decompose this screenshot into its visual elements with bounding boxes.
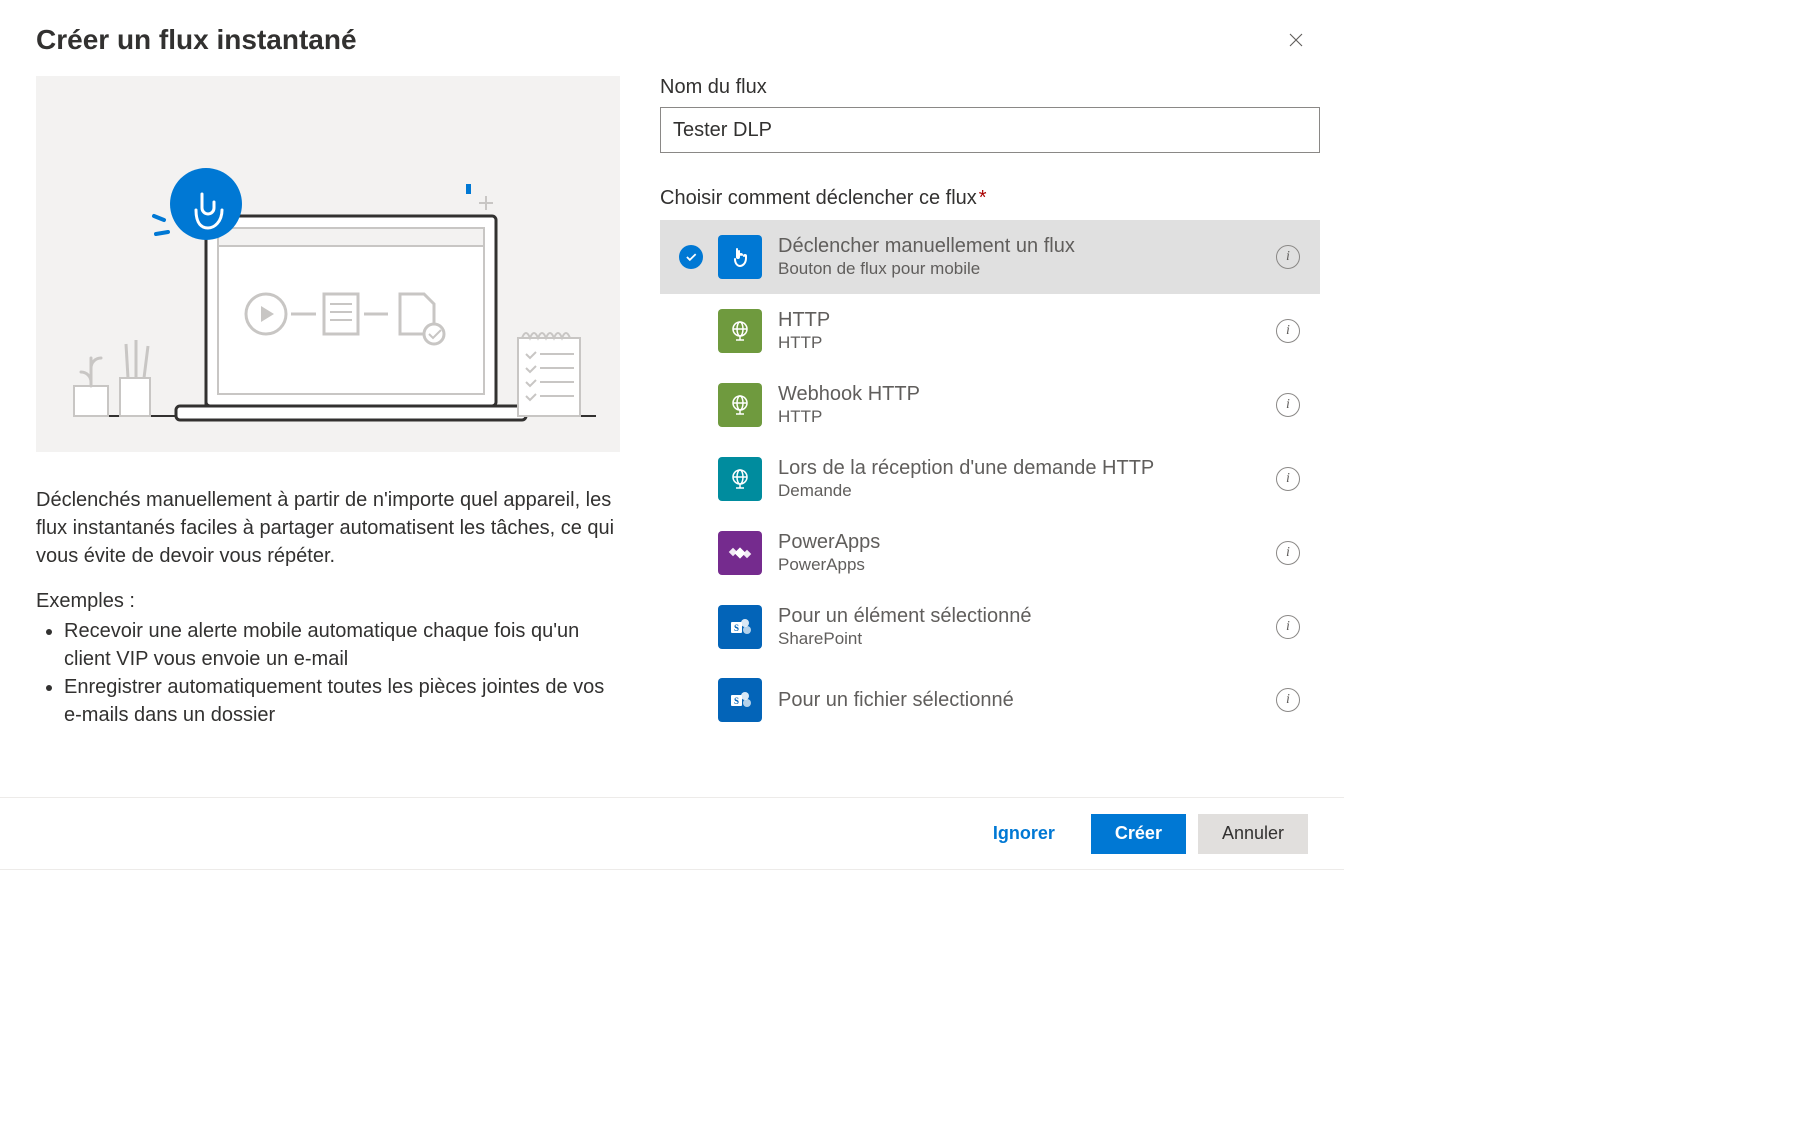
trigger-title: Déclencher manuellement un flux — [778, 234, 1268, 258]
trigger-text: PowerAppsPowerApps — [778, 530, 1268, 576]
skip-button[interactable]: Ignorer — [969, 814, 1079, 854]
flow-illustration — [36, 76, 620, 452]
connector-icon — [718, 457, 762, 501]
connector-icon: S — [718, 678, 762, 722]
examples-list: Recevoir une alerte mobile automatique c… — [36, 617, 620, 729]
trigger-info-button[interactable]: i — [1268, 319, 1308, 343]
trigger-info-button[interactable]: i — [1268, 393, 1308, 417]
info-icon: i — [1276, 393, 1300, 417]
cancel-button[interactable]: Annuler — [1198, 814, 1308, 854]
dialog-title: Créer un flux instantané — [36, 24, 357, 56]
trigger-item[interactable]: PowerAppsPowerApps i — [660, 516, 1320, 590]
trigger-info-button[interactable]: i — [1268, 688, 1308, 712]
trigger-subtitle: HTTP — [778, 332, 1268, 354]
info-icon: i — [1276, 245, 1300, 269]
trigger-item[interactable]: Déclencher manuellement un fluxBouton de… — [660, 220, 1320, 294]
dialog-header: Créer un flux instantané — [0, 0, 1344, 76]
info-icon: i — [1276, 615, 1300, 639]
trigger-info-button[interactable]: i — [1268, 245, 1308, 269]
connector-icon: S — [718, 605, 762, 649]
trigger-title: Pour un élément sélectionné — [778, 604, 1268, 628]
trigger-title: Pour un fichier sélectionné — [778, 688, 1268, 712]
dialog-footer: Ignorer Créer Annuler — [0, 797, 1344, 869]
trigger-info-button[interactable]: i — [1268, 615, 1308, 639]
close-icon — [1287, 31, 1305, 49]
info-icon: i — [1276, 688, 1300, 712]
trigger-section-label: Choisir comment déclencher ce flux* — [660, 187, 1320, 210]
connector-icon — [718, 309, 762, 353]
trigger-item[interactable]: S Pour un fichier sélectionné i — [660, 664, 1320, 736]
dialog-body: Déclenchés manuellement à partir de n'im… — [0, 76, 1344, 797]
trigger-info-button[interactable]: i — [1268, 541, 1308, 565]
trigger-subtitle: HTTP — [778, 406, 1268, 428]
trigger-subtitle: SharePoint — [778, 628, 1268, 650]
left-pane: Déclenchés manuellement à partir de n'im… — [0, 76, 656, 797]
connector-icon — [718, 531, 762, 575]
trigger-list: Déclencher manuellement un fluxBouton de… — [660, 220, 1320, 736]
trigger-info-button[interactable]: i — [1268, 467, 1308, 491]
trigger-text: Lors de la réception d'une demande HTTPD… — [778, 456, 1268, 502]
info-icon: i — [1276, 541, 1300, 565]
connector-icon — [718, 383, 762, 427]
trigger-checkbox[interactable] — [668, 245, 714, 269]
description-text: Déclenchés manuellement à partir de n'im… — [36, 486, 620, 570]
trigger-title: PowerApps — [778, 530, 1268, 554]
trigger-text: HTTPHTTP — [778, 308, 1268, 354]
examples-label: Exemples : — [36, 590, 620, 613]
trigger-text: Pour un élément sélectionnéSharePoint — [778, 604, 1268, 650]
trigger-title: HTTP — [778, 308, 1268, 332]
trigger-label-text: Choisir comment déclencher ce flux — [660, 187, 977, 209]
example-item: Enregistrer automatiquement toutes les p… — [64, 673, 620, 729]
trigger-text: Déclencher manuellement un fluxBouton de… — [778, 234, 1268, 280]
svg-text:S: S — [734, 623, 739, 633]
trigger-subtitle: PowerApps — [778, 554, 1268, 576]
create-instant-flow-dialog: Créer un flux instantané — [0, 0, 1344, 870]
create-button[interactable]: Créer — [1091, 814, 1186, 854]
trigger-title: Lors de la réception d'une demande HTTP — [778, 456, 1268, 480]
trigger-text: Pour un fichier sélectionné — [778, 688, 1268, 712]
trigger-text: Webhook HTTPHTTP — [778, 382, 1268, 428]
right-pane[interactable]: Nom du flux Choisir comment déclencher c… — [656, 76, 1344, 797]
check-icon — [679, 245, 703, 269]
svg-text:S: S — [734, 696, 739, 706]
flow-name-input[interactable] — [660, 107, 1320, 153]
trigger-item[interactable]: Webhook HTTPHTTP i — [660, 368, 1320, 442]
info-icon: i — [1276, 319, 1300, 343]
trigger-item[interactable]: S Pour un élément sélectionnéSharePoint i — [660, 590, 1320, 664]
trigger-item[interactable]: HTTPHTTP i — [660, 294, 1320, 368]
trigger-item[interactable]: Lors de la réception d'une demande HTTPD… — [660, 442, 1320, 516]
trigger-title: Webhook HTTP — [778, 382, 1268, 406]
example-item: Recevoir une alerte mobile automatique c… — [64, 617, 620, 673]
trigger-subtitle: Demande — [778, 480, 1268, 502]
flow-name-label: Nom du flux — [660, 76, 1320, 99]
trigger-subtitle: Bouton de flux pour mobile — [778, 258, 1268, 280]
close-button[interactable] — [1284, 28, 1308, 52]
info-icon: i — [1276, 467, 1300, 491]
connector-icon — [718, 235, 762, 279]
required-indicator: * — [979, 187, 987, 209]
